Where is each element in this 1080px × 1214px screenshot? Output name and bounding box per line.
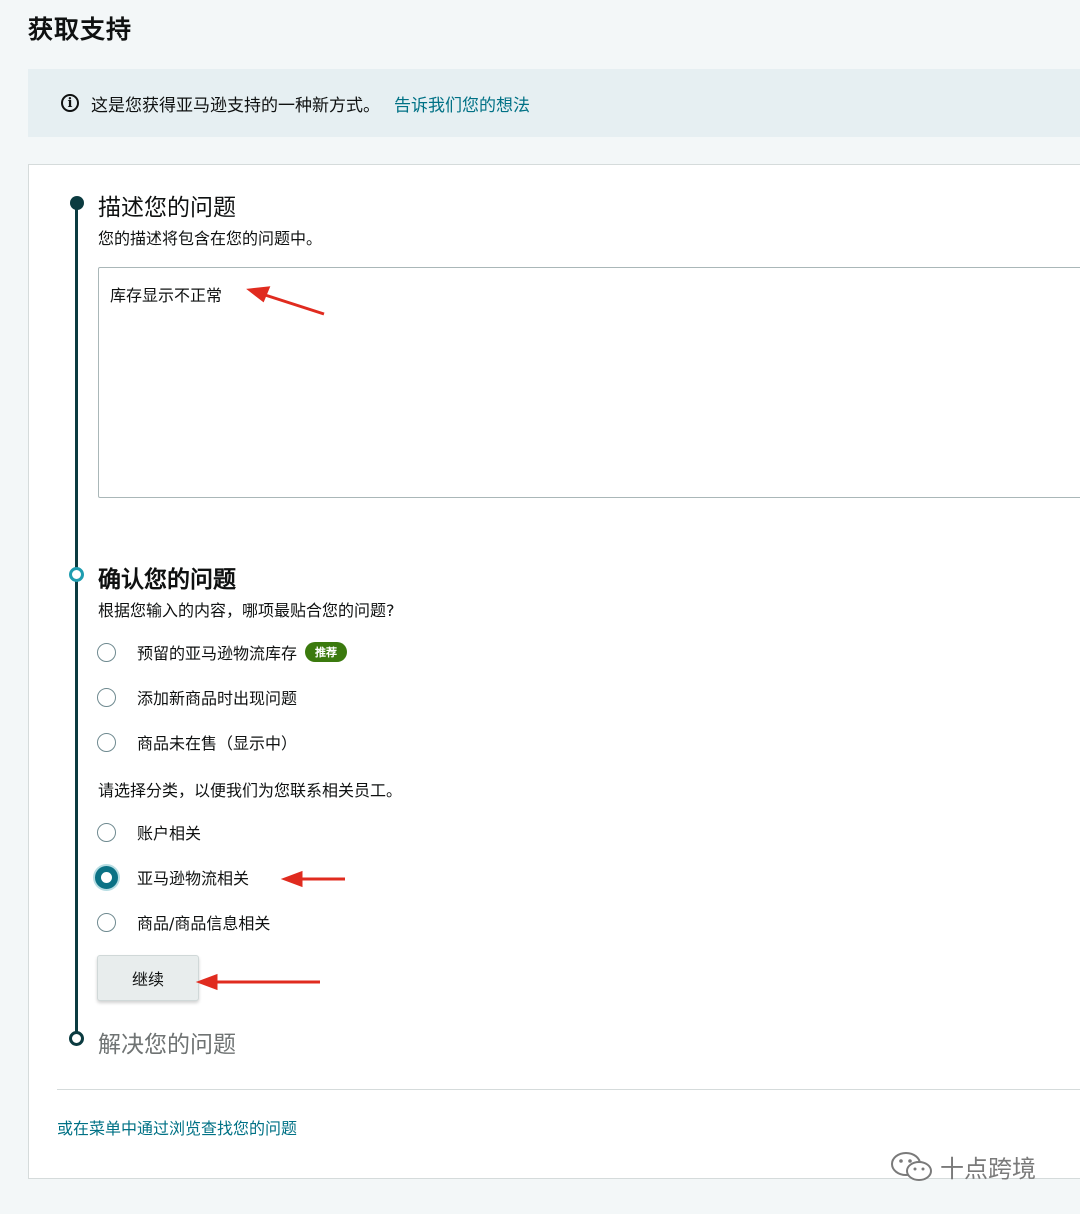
step-2-title: 确认您的问题	[98, 567, 236, 593]
radio-option-fba[interactable]: 亚马逊物流相关	[95, 865, 250, 889]
radio-label: 商品未在售（显示中）	[137, 734, 298, 753]
step-1-description: 您的描述将包含在您的问题中。	[98, 229, 323, 248]
radio-label: 账户相关	[137, 824, 202, 843]
page-title: 获取支持	[28, 15, 133, 44]
divider	[57, 1089, 1080, 1090]
radio-label: 亚马逊物流相关	[137, 869, 250, 888]
wechat-icon	[891, 1151, 932, 1181]
radio-button-selected[interactable]	[95, 865, 118, 889]
radio-option-add-product[interactable]: 添加新商品时出现问题	[97, 685, 297, 709]
watermark-text: 十点跨境	[940, 1155, 1036, 1183]
radio-button[interactable]	[97, 732, 116, 752]
radio-option-fba-reserved[interactable]: 预留的亚马逊物流库存 推荐	[97, 640, 348, 664]
feedback-link[interactable]: 告诉我们您的想法	[394, 91, 530, 116]
step-3-title: 解决您的问题	[98, 1032, 236, 1058]
radio-button[interactable]	[97, 912, 116, 932]
category-prompt: 请选择分类，以便我们为您联系相关员工。	[98, 781, 403, 800]
radio-button[interactable]	[97, 642, 116, 662]
radio-label: 商品/商品信息相关	[137, 914, 271, 933]
step-3-indicator	[69, 1031, 84, 1046]
step-2-indicator	[69, 567, 84, 582]
timeline-line	[75, 203, 78, 1038]
continue-button[interactable]: 继续	[97, 955, 199, 1001]
radio-button[interactable]	[97, 822, 116, 842]
info-banner-text: 这是您获得亚马逊支持的一种新方式。	[91, 95, 380, 116]
radio-option-account[interactable]: 账户相关	[97, 820, 201, 844]
info-banner: i 这是您获得亚马逊支持的一种新方式。 告诉我们您的想法	[28, 69, 1080, 137]
radio-option-not-for-sale[interactable]: 商品未在售（显示中）	[97, 730, 297, 754]
recommended-badge: 推荐	[305, 642, 348, 662]
watermark: 十点跨境	[890, 1149, 1036, 1184]
step-1-title: 描述您的问题	[98, 195, 236, 221]
issue-description-textarea[interactable]: 库存显示不正常	[98, 267, 1080, 498]
radio-option-listing[interactable]: 商品/商品信息相关	[97, 910, 270, 934]
browse-menu-link[interactable]: 或在菜单中通过浏览查找您的问题	[57, 1115, 297, 1139]
step-1-indicator	[70, 196, 84, 210]
info-icon: i	[61, 94, 79, 112]
radio-button[interactable]	[97, 687, 116, 707]
radio-label: 预留的亚马逊物流库存	[137, 644, 298, 663]
step-2-description: 根据您输入的内容，哪项最贴合您的问题?	[98, 601, 395, 620]
radio-label: 添加新商品时出现问题	[137, 689, 298, 708]
